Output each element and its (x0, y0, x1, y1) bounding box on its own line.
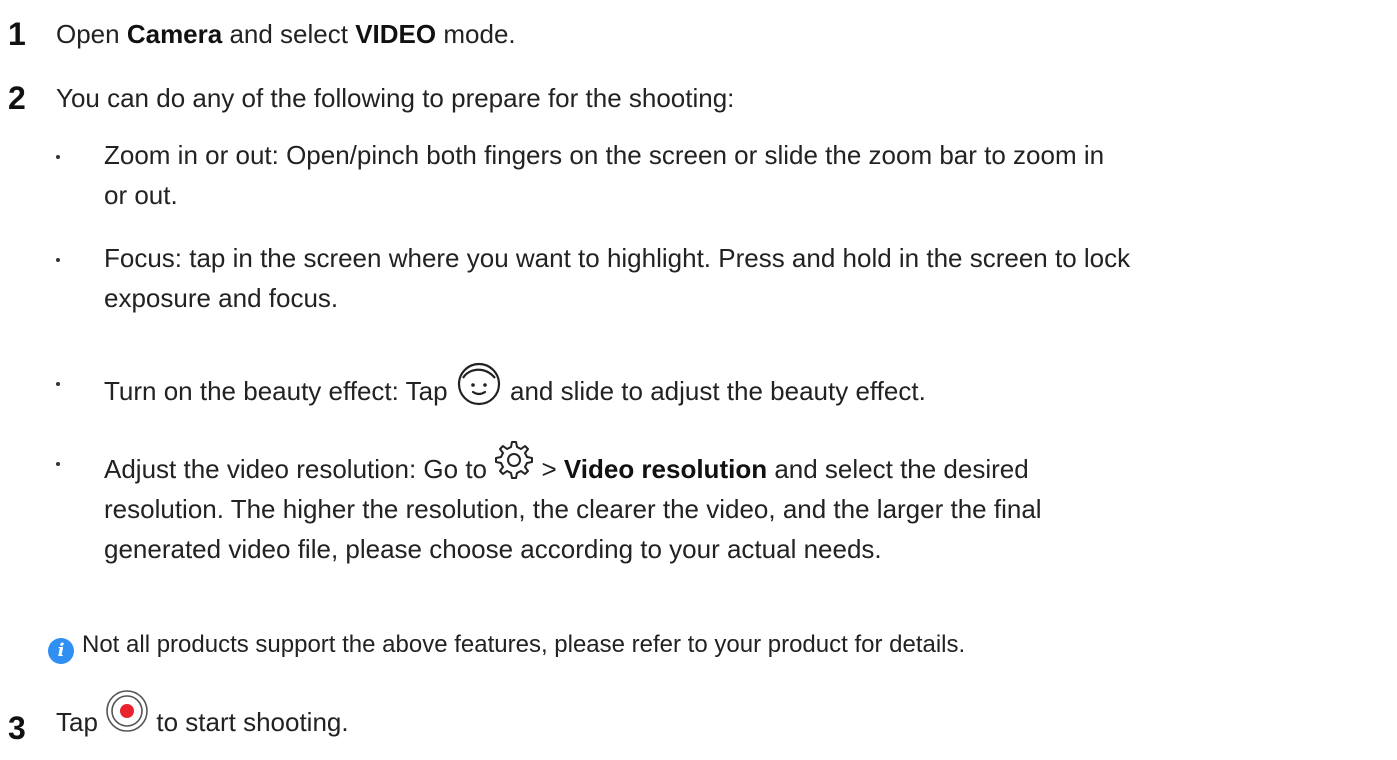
text-segment: and select the desired (767, 454, 1029, 484)
camera-app-name: Camera (126, 19, 223, 49)
text-segment: and select (222, 19, 356, 49)
bullet-line: generated video file, please choose acco… (104, 534, 882, 564)
bullet-text: Adjust the video resolution: Go to > Vid… (104, 440, 1394, 569)
bullet-dot (56, 462, 60, 466)
bullet-dot (56, 258, 60, 262)
note-text: Not all products support the above featu… (82, 631, 966, 658)
step-text: You can do any of the following to prepa… (56, 83, 735, 113)
bullet-text: Focus: tap in the screen where you want … (104, 238, 1394, 318)
bullet-dot (56, 155, 60, 159)
step-text: Tap to start shooting. (56, 690, 349, 742)
bullet-line: exposure and focus. (104, 283, 339, 313)
video-mode-name: VIDEO (355, 19, 437, 49)
step-number: 2 (8, 80, 26, 116)
bullet-line: Zoom in or out: Open/pinch both fingers … (104, 140, 1105, 170)
bullet-text: Zoom in or out: Open/pinch both fingers … (104, 135, 1394, 215)
info-icon: i (48, 638, 74, 664)
beauty-face-icon (455, 360, 503, 408)
step-number: 3 (8, 710, 26, 746)
step-number: 1 (8, 16, 26, 52)
bullet-line: Focus: tap in the screen where you want … (104, 243, 1131, 273)
text-segment: Open (56, 19, 127, 49)
bullet-dot (56, 382, 60, 386)
step-text: Open Camera and select VIDEO mode. (56, 14, 516, 54)
settings-gear-icon (494, 440, 534, 480)
text-segment: > (534, 454, 564, 484)
bullet-text: Turn on the beauty effect: Tap and slide… (104, 360, 1394, 411)
record-button-icon (105, 689, 149, 733)
text-segment: and slide to adjust the beauty effect. (502, 376, 926, 406)
text-segment: Tap (56, 707, 106, 737)
text-segment: Turn on the beauty effect: Tap (104, 376, 455, 406)
video-resolution-option: Video resolution (563, 454, 768, 484)
bullet-line: Adjust the video resolution: Go to > Vid… (104, 440, 1394, 489)
text-segment: to start shooting. (149, 707, 349, 737)
note: i Not all products support the above feat… (48, 628, 965, 664)
bullet-line: or out. (104, 180, 178, 210)
bullet-line: resolution. The higher the resolution, t… (104, 494, 1042, 524)
text-segment: Adjust the video resolution: Go to (104, 454, 495, 484)
text-segment: mode. (436, 19, 516, 49)
